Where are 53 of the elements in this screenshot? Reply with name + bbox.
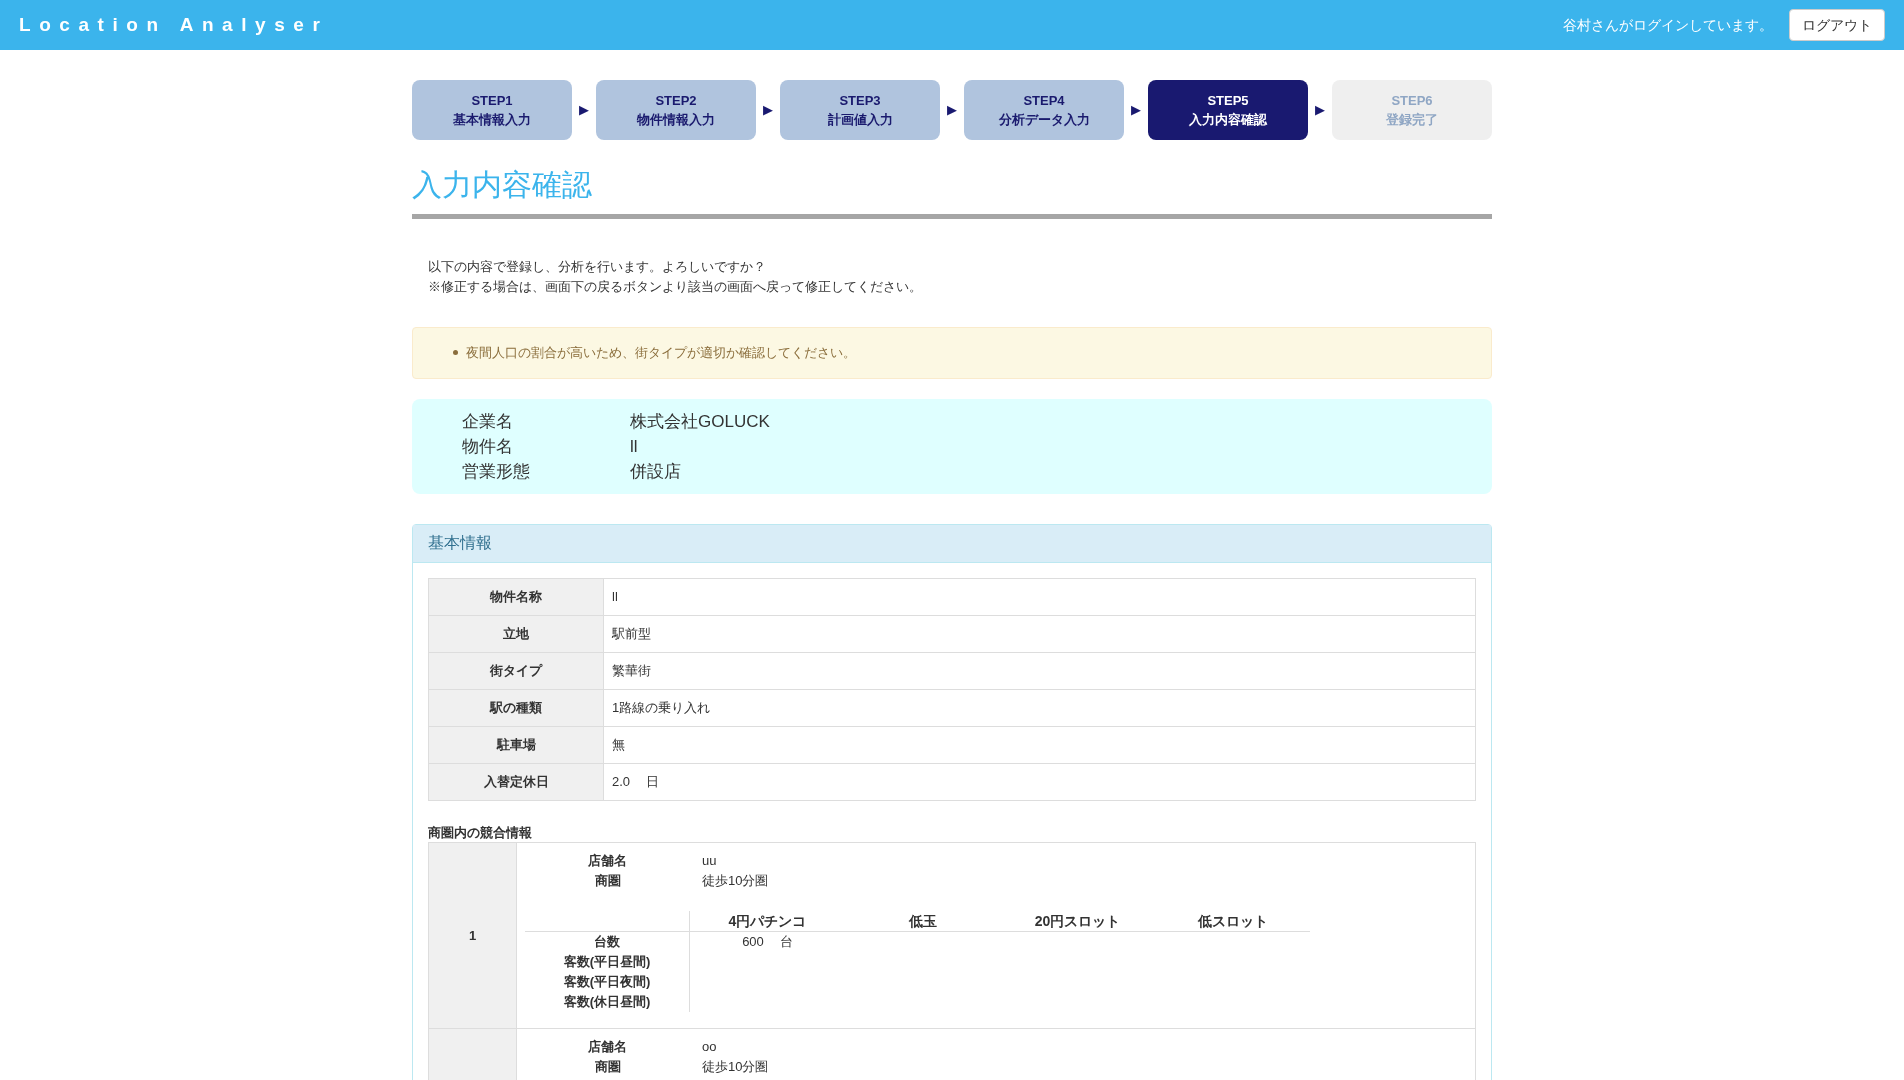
field-value: 徒歩10分圏 bbox=[701, 872, 769, 890]
table-header-cell: 駅の種類 bbox=[428, 689, 604, 726]
summary-value: ll bbox=[630, 435, 638, 458]
summary-value: 株式会社GOLUCK bbox=[630, 410, 770, 433]
table-cell: 2.0 日 bbox=[603, 763, 1476, 800]
login-status: 谷村さんがログインしています。 bbox=[1563, 15, 1773, 35]
bullet-icon bbox=[453, 350, 458, 356]
step-arrow: ▶ bbox=[947, 101, 957, 120]
table-header-cell: 立地 bbox=[428, 615, 604, 652]
summary-label: 物件名 bbox=[462, 435, 514, 458]
step-tab: STEP6 登録完了 bbox=[1332, 80, 1492, 140]
column-header: 低スロット bbox=[1196, 912, 1269, 931]
step-arrow: ▶ bbox=[1131, 101, 1141, 120]
row-label: 客数(平日夜間) bbox=[562, 973, 652, 991]
table-cell: 1路線の乗り入れ bbox=[603, 689, 1476, 726]
table-header-cell: 街タイプ bbox=[428, 652, 604, 689]
field-value: uu bbox=[701, 852, 717, 870]
step-arrow: ▶ bbox=[763, 101, 773, 120]
count-value: 600 bbox=[742, 933, 764, 951]
row-label: 客数(休日昼間) bbox=[562, 993, 652, 1011]
count-unit: 台 bbox=[779, 933, 793, 951]
row-label: 台数 bbox=[593, 933, 621, 951]
table-cell: 駅前型 bbox=[603, 615, 1476, 652]
field-value: oo bbox=[701, 1038, 717, 1056]
app-title: Location Analyser bbox=[19, 12, 329, 37]
panel-title: 基本情報 bbox=[428, 533, 492, 553]
table-header-cell: 入替定休日 bbox=[428, 763, 604, 800]
intro-text: ※修正する場合は、画面下の戻るボタンより該当の画面へ戻って修正してください。 bbox=[428, 278, 923, 296]
table-cell: 無 bbox=[603, 726, 1476, 763]
field-value: 徒歩10分圏 bbox=[701, 1058, 769, 1076]
intro-text: 以下の内容で登録し、分析を行います。よろしいですか？ bbox=[428, 258, 767, 276]
table-cell: ll bbox=[603, 578, 1476, 615]
row-label: 客数(平日昼間) bbox=[562, 953, 652, 971]
column-header: 20円スロット bbox=[1033, 912, 1122, 931]
table-cell: 繁華街 bbox=[603, 652, 1476, 689]
summary-label: 企業名 bbox=[462, 410, 514, 433]
column-header: 低玉 bbox=[907, 912, 938, 931]
alert-text: 夜間人口の割合が高いため、街タイプが適切か確認してください。 bbox=[466, 344, 856, 362]
table-header-cell: 物件名称 bbox=[428, 578, 604, 615]
step-arrow: ▶ bbox=[1315, 101, 1325, 120]
summary-label: 営業形態 bbox=[462, 460, 531, 483]
field-label: 商圏 bbox=[593, 1058, 622, 1076]
table-header-cell: 駐車場 bbox=[428, 726, 604, 763]
field-label: 店舗名 bbox=[587, 852, 628, 870]
page-title: 入力内容確認 bbox=[412, 167, 593, 203]
logout-button[interactable]: ログアウト bbox=[1789, 9, 1885, 41]
step-arrow: ▶ bbox=[579, 101, 589, 120]
field-label: 店舗名 bbox=[587, 1038, 628, 1056]
summary-value: 併設店 bbox=[630, 460, 681, 483]
field-label: 商圏 bbox=[593, 872, 622, 890]
column-header: 4円パチンコ bbox=[727, 912, 808, 931]
section-heading: 商圏内の競合情報 bbox=[428, 823, 533, 842]
index-cell: 1 bbox=[429, 843, 517, 1028]
